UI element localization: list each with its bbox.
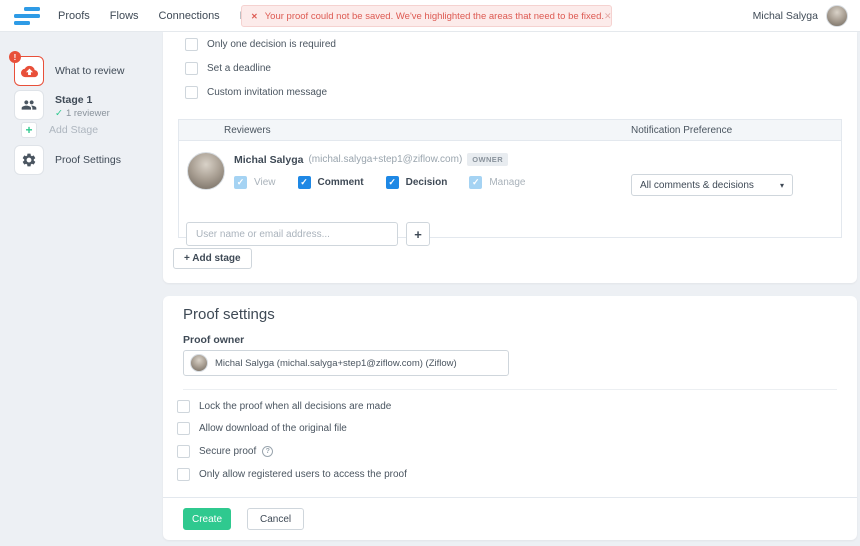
sidebar-item-what-to-review[interactable]: ! What to review bbox=[14, 56, 124, 86]
permission-comment[interactable]: Comment bbox=[298, 176, 364, 189]
add-stage-plus-icon[interactable]: + bbox=[21, 122, 37, 138]
divider bbox=[163, 497, 857, 498]
add-stage-button[interactable]: + Add stage bbox=[173, 248, 252, 269]
nav-proofs[interactable]: Proofs bbox=[48, 0, 100, 32]
selected-option: All comments & decisions bbox=[640, 180, 754, 191]
nav-flows[interactable]: Flows bbox=[100, 0, 149, 32]
checkbox[interactable] bbox=[177, 468, 190, 481]
footer-actions: Create Cancel bbox=[183, 508, 304, 530]
option-lock-proof[interactable]: Lock the proof when all decisions are ma… bbox=[177, 400, 391, 413]
help-icon[interactable]: ? bbox=[262, 446, 273, 457]
cloud-upload-icon bbox=[21, 63, 38, 80]
reviewer-name: Michal Salyga bbox=[234, 154, 303, 166]
checkbox[interactable] bbox=[386, 176, 399, 189]
reviewers-table-header: Reviewers Notification Preference bbox=[179, 120, 841, 141]
reviewers-group-icon bbox=[21, 97, 37, 113]
sidebar-label: Proof Settings bbox=[55, 154, 121, 166]
checkbox[interactable] bbox=[185, 62, 198, 75]
permission-label: View bbox=[254, 177, 276, 188]
sidebar-item-proof-settings[interactable]: Proof Settings bbox=[14, 145, 121, 175]
notification-preference-select[interactable]: All comments & decisions ▾ bbox=[631, 174, 793, 196]
sidebar-label: Stage 1 bbox=[55, 94, 110, 106]
reviewer-identity: Michal Salyga (michal.salyga+step1@ziflo… bbox=[234, 153, 508, 166]
close-icon[interactable]: ✕ bbox=[604, 11, 612, 22]
option-label: Only allow registered users to access th… bbox=[199, 469, 407, 480]
error-icon: ✕ bbox=[251, 12, 258, 21]
error-alert: ✕ Your proof could not be saved. We've h… bbox=[241, 5, 612, 27]
checkbox[interactable] bbox=[177, 422, 190, 435]
checkbox[interactable] bbox=[234, 176, 247, 189]
option-custom-invitation[interactable]: Custom invitation message bbox=[185, 86, 327, 99]
sidebar-item-add-stage[interactable]: + Add Stage bbox=[21, 122, 98, 138]
add-reviewer-input[interactable] bbox=[186, 222, 398, 246]
reviewer-email: (michal.salyga+step1@ziflow.com) bbox=[308, 154, 462, 165]
settings-icon-box[interactable] bbox=[14, 145, 44, 175]
option-only-one-decision[interactable]: Only one decision is required bbox=[185, 38, 336, 51]
sidebar-label: Add Stage bbox=[49, 124, 98, 136]
permission-label: Decision bbox=[406, 177, 448, 188]
option-secure-proof[interactable]: Secure proof ? bbox=[177, 445, 273, 458]
option-label: Secure proof bbox=[199, 446, 256, 457]
reviewers-column-header: Reviewers bbox=[224, 120, 271, 141]
sidebar: ! What to review Stage 1 ✓1 reviewer + A… bbox=[0, 32, 163, 546]
notification-column-header: Notification Preference bbox=[631, 120, 732, 141]
create-button[interactable]: Create bbox=[183, 508, 231, 530]
ziflow-logo[interactable] bbox=[14, 7, 40, 25]
user-name[interactable]: Michal Salyga bbox=[753, 10, 818, 22]
check-icon: ✓ bbox=[55, 108, 63, 119]
divider bbox=[183, 389, 837, 390]
nav-connections[interactable]: Connections bbox=[149, 0, 230, 32]
proof-owner-label: Proof owner bbox=[183, 334, 244, 346]
option-registered-users-only[interactable]: Only allow registered users to access th… bbox=[177, 468, 407, 481]
chevron-down-icon: ▾ bbox=[780, 181, 784, 190]
permission-label: Manage bbox=[489, 177, 525, 188]
owner-badge: OWNER bbox=[467, 153, 508, 166]
what-to-review-icon-box[interactable]: ! bbox=[14, 56, 44, 86]
sidebar-label: What to review bbox=[55, 65, 124, 77]
option-set-deadline[interactable]: Set a deadline bbox=[185, 62, 271, 75]
checkbox[interactable] bbox=[298, 176, 311, 189]
proof-settings-title: Proof settings bbox=[183, 306, 275, 323]
reviewers-table: Reviewers Notification Preference Michal… bbox=[178, 119, 842, 238]
permission-decision[interactable]: Decision bbox=[386, 176, 448, 189]
user-avatar[interactable] bbox=[826, 5, 848, 27]
stage-icon-box[interactable] bbox=[14, 90, 44, 120]
error-alert-message: Your proof could not be saved. We've hig… bbox=[265, 11, 604, 22]
cancel-button[interactable]: Cancel bbox=[247, 508, 304, 530]
checkbox[interactable] bbox=[185, 38, 198, 51]
proof-settings-card: Proof settings Proof owner Michal Salyga… bbox=[163, 296, 857, 540]
option-label: Only one decision is required bbox=[207, 39, 336, 50]
reviewer-permissions: View Comment Decision Manage bbox=[234, 176, 537, 189]
gear-icon bbox=[21, 152, 37, 168]
option-label: Lock the proof when all decisions are ma… bbox=[199, 401, 391, 412]
option-label: Custom invitation message bbox=[207, 87, 327, 98]
owner-value: Michal Salyga (michal.salyga+step1@ziflo… bbox=[215, 358, 457, 369]
sidebar-item-stage-1[interactable]: Stage 1 ✓1 reviewer bbox=[14, 90, 110, 120]
checkbox[interactable] bbox=[469, 176, 482, 189]
checkbox[interactable] bbox=[177, 445, 190, 458]
option-allow-download[interactable]: Allow download of the original file bbox=[177, 422, 347, 435]
stage-card: Only one decision is required Set a dead… bbox=[163, 32, 857, 283]
add-reviewer-button[interactable]: + bbox=[406, 222, 430, 246]
checkbox[interactable] bbox=[185, 86, 198, 99]
permission-label: Comment bbox=[318, 177, 364, 188]
checkbox[interactable] bbox=[177, 400, 190, 413]
reviewer-avatar bbox=[187, 152, 225, 190]
stage-status: ✓1 reviewer bbox=[55, 108, 110, 119]
user-menu: Michal Salyga bbox=[753, 0, 848, 32]
top-bar: Proofs Flows Connections People ✕ Your p… bbox=[0, 0, 860, 32]
proof-owner-select[interactable]: Michal Salyga (michal.salyga+step1@ziflo… bbox=[183, 350, 509, 376]
option-label: Allow download of the original file bbox=[199, 423, 347, 434]
error-badge: ! bbox=[9, 51, 21, 63]
permission-view[interactable]: View bbox=[234, 176, 276, 189]
owner-avatar bbox=[190, 354, 208, 372]
permission-manage[interactable]: Manage bbox=[469, 176, 525, 189]
option-label: Set a deadline bbox=[207, 63, 271, 74]
